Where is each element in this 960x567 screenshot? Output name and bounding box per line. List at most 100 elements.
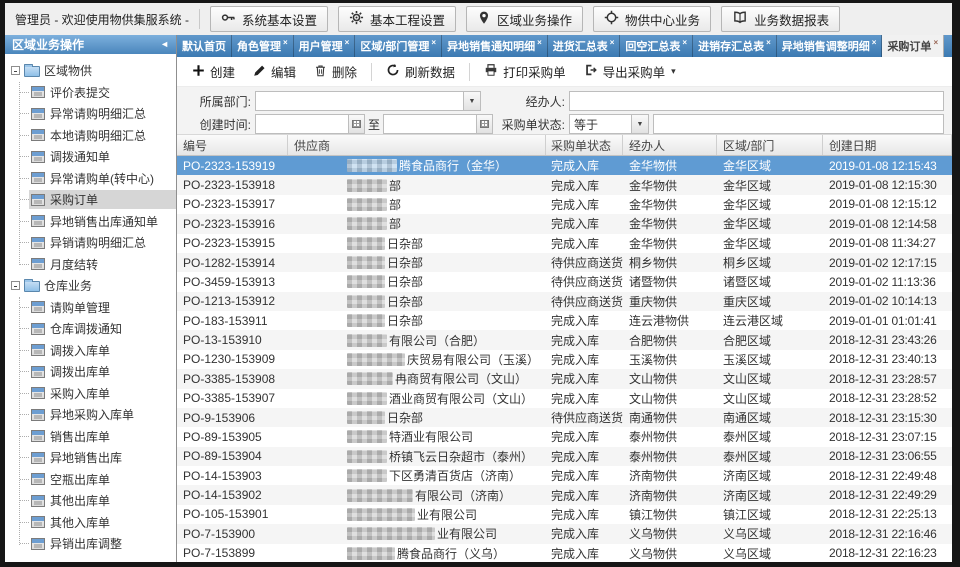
table-row[interactable]: PO-7-153899 腾食品商行（义乌） 完成入库 义乌物供 义乌区域 201… — [177, 544, 952, 563]
table-row[interactable]: PO-9-153906 日杂部 待供应商送货 南通物供 南通区域 2018-12… — [177, 408, 952, 427]
sidebar-item[interactable]: 仓库调拨通知 — [15, 318, 176, 340]
column-header-created[interactable]: 创建日期 — [823, 135, 952, 155]
tab-close-icon[interactable]: × — [345, 38, 350, 47]
column-header-region[interactable]: 区域/部门 — [717, 135, 823, 155]
sidebar-item[interactable]: 月度结转 — [15, 254, 176, 276]
operator-input[interactable] — [569, 91, 944, 111]
print-order-button[interactable]: 打印采购单 — [477, 59, 573, 84]
table-row[interactable]: PO-14-153902 有限公司（济南） 完成入库 济南物供 济南区域 201… — [177, 485, 952, 504]
printer-icon — [484, 63, 498, 80]
table-row[interactable]: PO-89-153905 特酒业有限公司 完成入库 泰州物供 泰州区域 2018… — [177, 427, 952, 446]
sidebar-item[interactable]: 异地采购入库单 — [15, 404, 176, 426]
table-row[interactable]: PO-1230-153909 庆贸易有限公司（玉溪） 完成入库 玉溪物供 玉溪区… — [177, 350, 952, 369]
collapse-box-icon[interactable] — [11, 281, 20, 290]
sidebar-item[interactable]: 异常请购明细汇总 — [15, 103, 176, 125]
sidebar-item[interactable]: 异地销售出库通知单 — [15, 211, 176, 233]
tab[interactable]: 回空汇总表 × — [620, 35, 693, 57]
tab[interactable]: 用户管理 × — [294, 35, 356, 57]
sidebar-item[interactable]: 销售出库单 — [15, 426, 176, 448]
sidebar-item[interactable]: 其他出库单 — [15, 490, 176, 512]
sidebar-item[interactable]: 请购单管理 — [15, 297, 176, 319]
table-row[interactable]: PO-2323-153916 部 完成入库 金华物供 金华区域 2019-01-… — [177, 214, 952, 233]
tab-close-icon[interactable]: × — [682, 38, 687, 47]
table-row[interactable]: PO-3385-153908 冉商贸有限公司（文山） 完成入库 文山物供 文山区… — [177, 369, 952, 388]
column-header-status[interactable]: 采购单状态 — [546, 135, 623, 155]
tab-close-icon[interactable]: × — [933, 38, 938, 47]
create-button[interactable]: 创建 — [185, 59, 242, 84]
menu-button-basic-project-settings[interactable]: 基本工程设置 — [338, 6, 456, 32]
sidebar-item[interactable]: 异地销售出库 — [15, 447, 176, 469]
table-row[interactable]: PO-13-153910 有限公司（合肥） 完成入库 合肥物供 合肥区域 201… — [177, 330, 952, 349]
tab[interactable]: 角色管理 × — [232, 35, 294, 57]
table-row[interactable]: PO-14-153903 下区勇清百货店（济南） 完成入库 济南物供 济南区域 … — [177, 466, 952, 485]
table-row[interactable]: PO-105-153901 业有限公司 完成入库 镇江物供 镇江区域 2018-… — [177, 505, 952, 524]
collapse-box-icon[interactable] — [11, 66, 20, 75]
status-operator-select[interactable]: 等于 ▼ — [569, 114, 649, 134]
tab[interactable]: 进销存汇总表 × — [693, 35, 777, 57]
menu-button-data-reports[interactable]: 业务数据报表 — [721, 6, 840, 32]
tab[interactable]: 区域/部门管理 × — [355, 35, 442, 57]
sidebar-item[interactable]: 本地请购明细汇总 — [15, 125, 176, 147]
menu-button-regional-operations[interactable]: 区域业务操作 — [466, 6, 583, 32]
redacted-supplier-blur — [347, 334, 387, 347]
date-from-input[interactable] — [255, 114, 365, 134]
table-row[interactable]: PO-2323-153917 部 完成入库 金华物供 金华区域 2019-01-… — [177, 195, 952, 214]
menu-button-supply-center[interactable]: 物供中心业务 — [593, 6, 711, 32]
tab-close-icon[interactable]: × — [610, 38, 615, 47]
tab-close-icon[interactable]: × — [283, 38, 288, 47]
table-row[interactable]: PO-1282-153914 日杂部 待供应商送货 桐乡物供 桐乡区域 2019… — [177, 253, 952, 272]
status-value-input[interactable] — [653, 114, 944, 134]
sidebar-item[interactable]: 评价表提交 — [15, 82, 176, 104]
tab-close-icon[interactable]: × — [766, 38, 771, 47]
menu-button-system-settings[interactable]: 系统基本设置 — [210, 6, 328, 32]
tab-close-icon[interactable]: × — [431, 38, 436, 47]
export-order-button[interactable]: 导出采购单 ▾ — [577, 59, 683, 84]
edit-button[interactable]: 编辑 — [246, 59, 303, 84]
sidebar-item[interactable]: 调拨通知单 — [15, 146, 176, 168]
sidebar-item[interactable]: 异常请购单(转中心) — [15, 168, 176, 190]
table-row[interactable]: PO-2323-153915 日杂部 完成入库 金华物供 金华区域 2019-0… — [177, 234, 952, 253]
tab[interactable]: 采购订单 × — [882, 35, 944, 57]
table-row[interactable]: PO-89-153904 桥镇飞云日杂超市（泰州） 完成入库 泰州物供 泰州区域… — [177, 447, 952, 466]
date-to-input[interactable] — [383, 114, 493, 134]
table-row[interactable]: PO-3459-153913 日杂部 待供应商送货 诸暨物供 诸暨区域 2019… — [177, 272, 952, 291]
tab-close-icon[interactable]: × — [872, 38, 877, 47]
sidebar-item[interactable]: 异销请购明细汇总 — [15, 232, 176, 254]
sidebar-item[interactable]: 采购入库单 — [15, 383, 176, 405]
chevron-down-icon[interactable]: ▼ — [631, 115, 648, 133]
redacted-supplier-blur — [347, 450, 387, 463]
refresh-button[interactable]: 刷新数据 — [379, 59, 462, 84]
table-row[interactable]: PO-3385-153907 酒业商贸有限公司（文山） 完成入库 文山物供 文山… — [177, 389, 952, 408]
column-header-order-id[interactable]: 编号 — [177, 135, 288, 155]
column-header-supplier[interactable]: 供应商 — [288, 135, 546, 155]
tree-connector — [20, 371, 29, 372]
sidebar-item[interactable]: 其他入库单 — [15, 512, 176, 534]
table-row[interactable]: PO-2323-153919 腾食品商行（金华） 完成入库 金华物供 金华区域 … — [177, 156, 952, 175]
tab[interactable]: 默认首页 — [177, 35, 232, 57]
sidebar-folder-region-supply[interactable]: 区域物供 — [11, 60, 176, 82]
chevron-down-icon[interactable]: ▼ — [463, 92, 480, 110]
sidebar-item[interactable]: 空瓶出库单 — [15, 469, 176, 491]
sidebar-item[interactable]: 调拨入库单 — [15, 340, 176, 362]
sidebar-item[interactable]: 异销出库调整 — [15, 533, 176, 555]
cell-order-id: PO-1230-153909 — [177, 352, 288, 366]
cell-operator: 金华物供 — [623, 157, 717, 174]
department-select[interactable]: ▼ — [255, 91, 481, 111]
table-row[interactable]: PO-1213-153912 日杂部 待供应商送货 重庆物供 重庆区域 2019… — [177, 292, 952, 311]
tab-close-icon[interactable]: × — [537, 38, 542, 47]
cell-order-id: PO-14-153903 — [177, 469, 288, 483]
sidebar-folder-warehouse[interactable]: 仓库业务 — [11, 275, 176, 297]
column-header-operator[interactable]: 经办人 — [623, 135, 717, 155]
table-row[interactable]: PO-2323-153918 部 完成入库 金华物供 金华区域 2019-01-… — [177, 175, 952, 194]
sidebar-collapse-icon[interactable]: ◄ — [160, 40, 169, 49]
calendar-icon[interactable] — [348, 115, 364, 133]
sidebar-item[interactable]: 调拨出库单 — [15, 361, 176, 383]
tab[interactable]: 异地销售通知明细 × — [442, 35, 548, 57]
table-row[interactable]: PO-7-153900 业有限公司 完成入库 义乌物供 义乌区域 2018-12… — [177, 524, 952, 543]
delete-button[interactable]: 删除 — [307, 59, 364, 84]
table-row[interactable]: PO-183-153911 日杂部 完成入库 连云港物供 连云港区域 2019-… — [177, 311, 952, 330]
tab[interactable]: 进货汇总表 × — [548, 35, 621, 57]
tab[interactable]: 异地销售调整明细 × — [777, 35, 883, 57]
cell-supplier: 日杂部 — [288, 235, 546, 252]
sidebar-item[interactable]: 采购订单 — [15, 189, 176, 211]
